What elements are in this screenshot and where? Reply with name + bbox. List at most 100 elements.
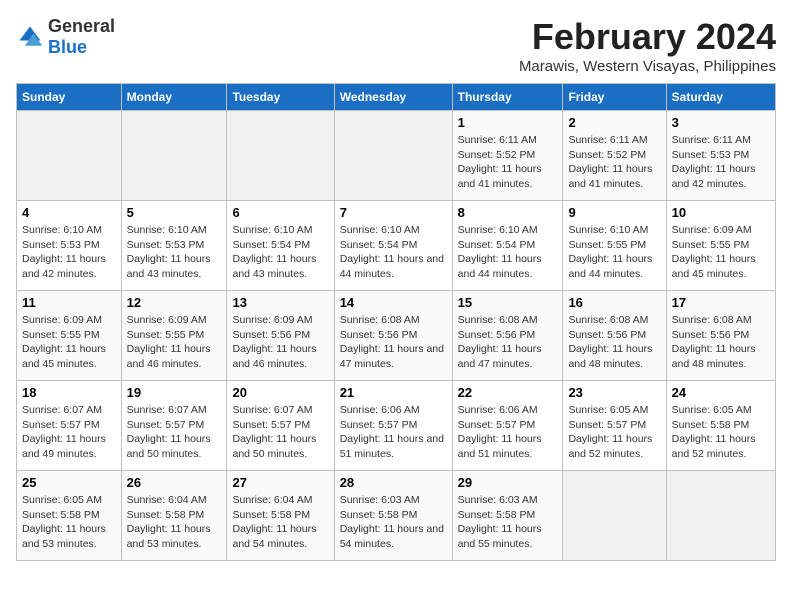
day-info: Sunrise: 6:10 AM Sunset: 5:53 PM Dayligh… [127, 223, 222, 282]
day-info: Sunrise: 6:06 AM Sunset: 5:57 PM Dayligh… [458, 403, 558, 462]
day-number: 26 [127, 475, 222, 490]
day-info: Sunrise: 6:10 AM Sunset: 5:55 PM Dayligh… [568, 223, 660, 282]
col-header-tuesday: Tuesday [227, 84, 334, 111]
day-number: 12 [127, 295, 222, 310]
calendar-cell: 4Sunrise: 6:10 AM Sunset: 5:53 PM Daylig… [17, 201, 122, 291]
logo-text: General Blue [48, 16, 115, 58]
calendar-cell: 1 Sunrise: 6:11 AM Sunset: 5:52 PM Daylig… [452, 111, 563, 201]
day-number: 15 [458, 295, 558, 310]
calendar-cell: 14 Sunrise: 6:08 AM Sunset: 5:56 PM Dayli… [334, 291, 452, 381]
calendar-cell [334, 111, 452, 201]
calendar-cell: 8 Sunrise: 6:10 AM Sunset: 5:54 PM Daylig… [452, 201, 563, 291]
day-number: 19 [127, 385, 222, 400]
calendar-cell: 7 Sunrise: 6:10 AM Sunset: 5:54 PM Daylig… [334, 201, 452, 291]
day-info: Sunrise: 6:08 AM Sunset: 5:56 PM Dayligh… [568, 313, 660, 372]
day-number: 17 [672, 295, 770, 310]
day-info: Sunrise: 6:03 AM Sunset: 5:58 PM Dayligh… [458, 493, 558, 552]
day-info: Sunrise: 6:05 AM Sunset: 5:58 PM Dayligh… [22, 493, 116, 552]
day-number: 11 [22, 295, 116, 310]
day-info: Sunrise: 6:09 AM Sunset: 5:55 PM Dayligh… [22, 313, 116, 372]
calendar-cell [666, 471, 775, 561]
calendar-cell: 3 Sunrise: 6:11 AM Sunset: 5:53 PM Daylig… [666, 111, 775, 201]
day-info: Sunrise: 6:04 AM Sunset: 5:58 PM Dayligh… [232, 493, 328, 552]
calendar-cell: 16Sunrise: 6:08 AM Sunset: 5:56 PM Dayli… [563, 291, 666, 381]
calendar-cell: 23 Sunrise: 6:05 AM Sunset: 5:57 PM Dayli… [563, 381, 666, 471]
day-number: 14 [340, 295, 447, 310]
day-number: 20 [232, 385, 328, 400]
calendar-cell: 21Sunrise: 6:06 AM Sunset: 5:57 PM Dayli… [334, 381, 452, 471]
calendar-cell [17, 111, 122, 201]
col-header-wednesday: Wednesday [334, 84, 452, 111]
day-info: Sunrise: 6:09 AM Sunset: 5:55 PM Dayligh… [127, 313, 222, 372]
day-number: 24 [672, 385, 770, 400]
calendar-cell: 28 Sunrise: 6:03 AM Sunset: 5:58 PM Dayli… [334, 471, 452, 561]
calendar-cell: 20 Sunrise: 6:07 AM Sunset: 5:57 PM Dayli… [227, 381, 334, 471]
day-info: Sunrise: 6:08 AM Sunset: 5:56 PM Dayligh… [340, 313, 447, 372]
calendar-cell [121, 111, 227, 201]
calendar-cell: 17 Sunrise: 6:08 AM Sunset: 5:56 PM Dayli… [666, 291, 775, 381]
day-number: 10 [672, 205, 770, 220]
col-header-thursday: Thursday [452, 84, 563, 111]
calendar-cell: 15 Sunrise: 6:08 AM Sunset: 5:56 PM Dayli… [452, 291, 563, 381]
calendar-cell: 29 Sunrise: 6:03 AM Sunset: 5:58 PM Dayli… [452, 471, 563, 561]
day-number: 9 [568, 205, 660, 220]
logo-icon [16, 23, 44, 51]
col-header-monday: Monday [121, 84, 227, 111]
day-info: Sunrise: 6:10 AM Sunset: 5:54 PM Dayligh… [340, 223, 447, 282]
day-info: Sunrise: 6:07 AM Sunset: 5:57 PM Dayligh… [127, 403, 222, 462]
title-block: February 2024 Marawis, Western Visayas, … [519, 16, 776, 75]
day-info: Sunrise: 6:10 AM Sunset: 5:53 PM Dayligh… [22, 223, 116, 282]
day-number: 8 [458, 205, 558, 220]
calendar-cell: 24 Sunrise: 6:05 AM Sunset: 5:58 PM Dayli… [666, 381, 775, 471]
calendar-cell [227, 111, 334, 201]
calendar-cell: 26Sunrise: 6:04 AM Sunset: 5:58 PM Dayli… [121, 471, 227, 561]
calendar-cell [563, 471, 666, 561]
day-number: 27 [232, 475, 328, 490]
day-number: 1 [458, 115, 558, 130]
calendar-cell: 12 Sunrise: 6:09 AM Sunset: 5:55 PM Dayli… [121, 291, 227, 381]
calendar-table: SundayMondayTuesdayWednesdayThursdayFrid… [16, 83, 776, 561]
day-info: Sunrise: 6:10 AM Sunset: 5:54 PM Dayligh… [232, 223, 328, 282]
calendar-cell: 9 Sunrise: 6:10 AM Sunset: 5:55 PM Daylig… [563, 201, 666, 291]
day-number: 13 [232, 295, 328, 310]
day-number: 3 [672, 115, 770, 130]
day-info: Sunrise: 6:03 AM Sunset: 5:58 PM Dayligh… [340, 493, 447, 552]
day-number: 6 [232, 205, 328, 220]
calendar-cell: 11 Sunrise: 6:09 AM Sunset: 5:55 PM Dayli… [17, 291, 122, 381]
day-info: Sunrise: 6:05 AM Sunset: 5:57 PM Dayligh… [568, 403, 660, 462]
logo: General Blue [16, 16, 115, 58]
col-header-friday: Friday [563, 84, 666, 111]
page-header: General Blue February 2024 Marawis, West… [16, 16, 776, 75]
day-info: Sunrise: 6:05 AM Sunset: 5:58 PM Dayligh… [672, 403, 770, 462]
calendar-cell: 18 Sunrise: 6:07 AM Sunset: 5:57 PM Dayli… [17, 381, 122, 471]
col-header-sunday: Sunday [17, 84, 122, 111]
day-number: 5 [127, 205, 222, 220]
day-info: Sunrise: 6:09 AM Sunset: 5:56 PM Dayligh… [232, 313, 328, 372]
day-info: Sunrise: 6:08 AM Sunset: 5:56 PM Dayligh… [672, 313, 770, 372]
day-number: 2 [568, 115, 660, 130]
day-info: Sunrise: 6:07 AM Sunset: 5:57 PM Dayligh… [22, 403, 116, 462]
day-number: 23 [568, 385, 660, 400]
day-info: Sunrise: 6:11 AM Sunset: 5:52 PM Dayligh… [458, 133, 558, 192]
day-info: Sunrise: 6:10 AM Sunset: 5:54 PM Dayligh… [458, 223, 558, 282]
calendar-cell: 22 Sunrise: 6:06 AM Sunset: 5:57 PM Dayli… [452, 381, 563, 471]
calendar-cell: 13 Sunrise: 6:09 AM Sunset: 5:56 PM Dayli… [227, 291, 334, 381]
calendar-cell: 25 Sunrise: 6:05 AM Sunset: 5:58 PM Dayli… [17, 471, 122, 561]
day-number: 21 [340, 385, 447, 400]
day-info: Sunrise: 6:11 AM Sunset: 5:52 PM Dayligh… [568, 133, 660, 192]
month-title: February 2024 [519, 16, 776, 58]
day-info: Sunrise: 6:09 AM Sunset: 5:55 PM Dayligh… [672, 223, 770, 282]
day-number: 22 [458, 385, 558, 400]
col-header-saturday: Saturday [666, 84, 775, 111]
day-info: Sunrise: 6:07 AM Sunset: 5:57 PM Dayligh… [232, 403, 328, 462]
day-number: 25 [22, 475, 116, 490]
day-info: Sunrise: 6:11 AM Sunset: 5:53 PM Dayligh… [672, 133, 770, 192]
calendar-cell: 2 Sunrise: 6:11 AM Sunset: 5:52 PM Daylig… [563, 111, 666, 201]
day-number: 28 [340, 475, 447, 490]
day-number: 7 [340, 205, 447, 220]
location-title: Marawis, Western Visayas, Philippines [519, 58, 776, 75]
day-info: Sunrise: 6:08 AM Sunset: 5:56 PM Dayligh… [458, 313, 558, 372]
calendar-cell: 10 Sunrise: 6:09 AM Sunset: 5:55 PM Dayli… [666, 201, 775, 291]
day-number: 18 [22, 385, 116, 400]
day-number: 29 [458, 475, 558, 490]
